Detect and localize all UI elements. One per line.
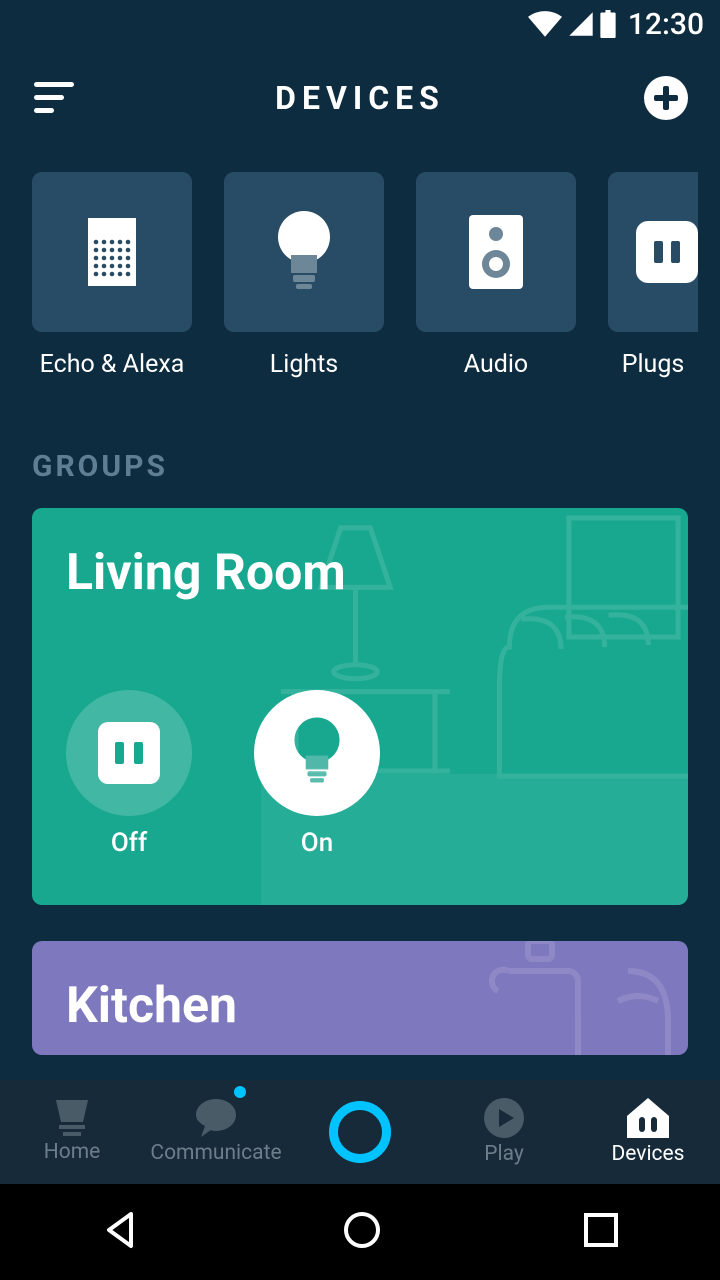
alexa-ring-icon [329,1101,391,1163]
plus-icon [644,76,688,120]
nav-label: Devices [611,1142,684,1166]
add-button[interactable] [644,76,688,120]
nav-alexa[interactable] [288,1080,432,1184]
android-nav-bar [0,1184,720,1280]
android-recent-button[interactable] [583,1212,619,1252]
category-label: Plugs [622,350,685,379]
plug-icon [98,722,160,784]
nav-play[interactable]: Play [432,1080,576,1184]
notification-dot [234,1086,246,1098]
battery-icon [600,10,616,38]
status-time: 12:30 [628,7,704,42]
bottom-nav: Home Communicate Play [0,1080,720,1184]
category-label: Lights [270,350,338,379]
android-home-button[interactable] [342,1210,382,1254]
group-name: Living Room [66,544,654,602]
group-control-light[interactable]: On [254,690,380,858]
app-header: DEVICES [0,48,720,148]
category-label: Audio [464,350,528,379]
chat-icon [195,1099,237,1137]
cell-icon [568,11,594,37]
nav-communicate[interactable]: Communicate [144,1080,288,1184]
menu-button[interactable] [32,76,76,120]
category-label: Echo & Alexa [40,350,185,379]
group-control-plug[interactable]: Off [66,690,192,858]
control-label: Off [111,828,147,858]
nav-label: Play [484,1142,524,1166]
menu-icon [34,82,74,114]
kitchen-illustration [418,941,678,1055]
home-icon [52,1100,92,1136]
nav-label: Home [44,1140,101,1164]
category-plugs[interactable]: Plugs [608,172,698,379]
square-icon [583,1212,619,1248]
groups-section-title: GROUPS [0,379,720,508]
group-card-living-room[interactable]: Living Room Off [32,508,688,905]
wifi-icon [528,11,562,37]
status-bar: 12:30 [0,0,720,48]
circle-icon [342,1210,382,1250]
category-lights[interactable]: Lights [224,172,384,379]
back-icon [101,1210,141,1250]
page-title: DEVICES [76,79,644,117]
bulb-icon [274,211,334,293]
nav-home[interactable]: Home [0,1080,144,1184]
android-back-button[interactable] [101,1210,141,1254]
devices-icon [627,1098,669,1138]
nav-label: Communicate [150,1141,281,1165]
category-scroller[interactable]: Echo & Alexa Lights [0,148,720,379]
play-icon [484,1098,524,1138]
category-audio[interactable]: Audio [416,172,576,379]
bulb-icon [291,717,343,789]
category-echo[interactable]: Echo & Alexa [32,172,192,379]
echo-icon [88,218,136,286]
plug-icon [636,221,698,283]
speaker-icon [469,215,523,289]
control-label: On [301,828,333,858]
group-card-kitchen[interactable]: Kitchen [32,941,688,1055]
nav-devices[interactable]: Devices [576,1080,720,1184]
